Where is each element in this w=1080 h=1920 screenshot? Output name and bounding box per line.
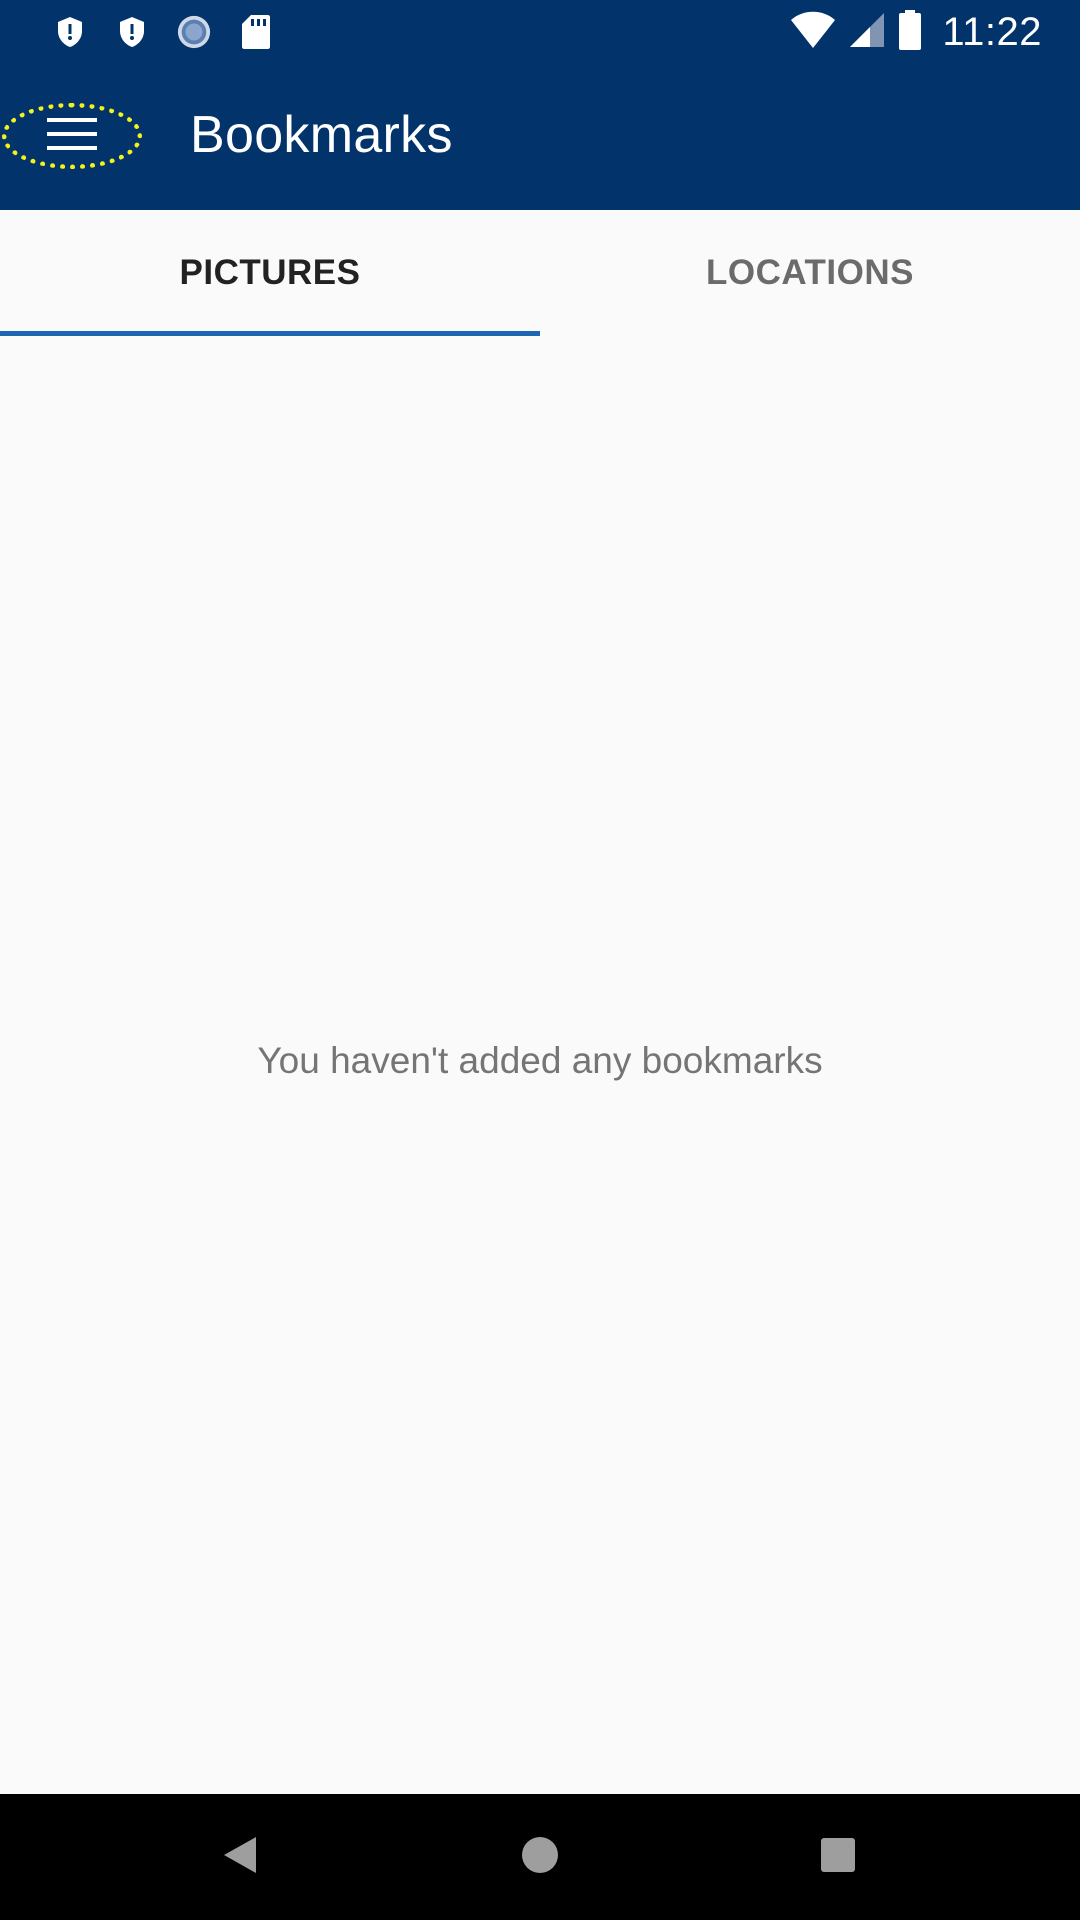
app-bar: Bookmarks (0, 63, 1080, 210)
wifi-icon (790, 11, 836, 54)
back-icon (222, 1835, 258, 1880)
system-icons: 11:22 (790, 8, 1042, 56)
page-title: Bookmarks (190, 106, 453, 164)
home-icon (520, 1835, 560, 1880)
shield-alert-icon (52, 12, 88, 52)
tab-bar: PICTURES LOCATIONS (0, 210, 1080, 336)
status-bar: 11:22 (0, 0, 1080, 63)
notification-icons (52, 12, 274, 52)
battery-icon (898, 9, 922, 55)
screen: 11:22 Bookmarks PICTURES LOCATIONS You h… (0, 0, 1080, 1920)
sync-icon (176, 12, 212, 52)
back-button[interactable] (210, 1827, 270, 1887)
tab-locations-label: LOCATIONS (705, 253, 914, 292)
tab-pictures-label: PICTURES (179, 253, 361, 292)
shield-alert-icon (114, 12, 150, 52)
signal-icon (848, 11, 886, 54)
menu-button[interactable] (2, 103, 142, 169)
clock: 11:22 (942, 9, 1042, 54)
recents-button[interactable] (808, 1827, 868, 1887)
empty-state-message: You haven't added any bookmarks (257, 1040, 823, 1081)
recents-icon (820, 1837, 856, 1878)
sd-card-icon (238, 12, 274, 52)
hamburger-menu-icon (47, 114, 97, 159)
tab-pictures[interactable]: PICTURES (0, 210, 540, 336)
navigation-bar (0, 1794, 1080, 1920)
tab-locations[interactable]: LOCATIONS (540, 210, 1080, 336)
home-button[interactable] (510, 1827, 570, 1887)
tab-indicator (0, 331, 540, 336)
